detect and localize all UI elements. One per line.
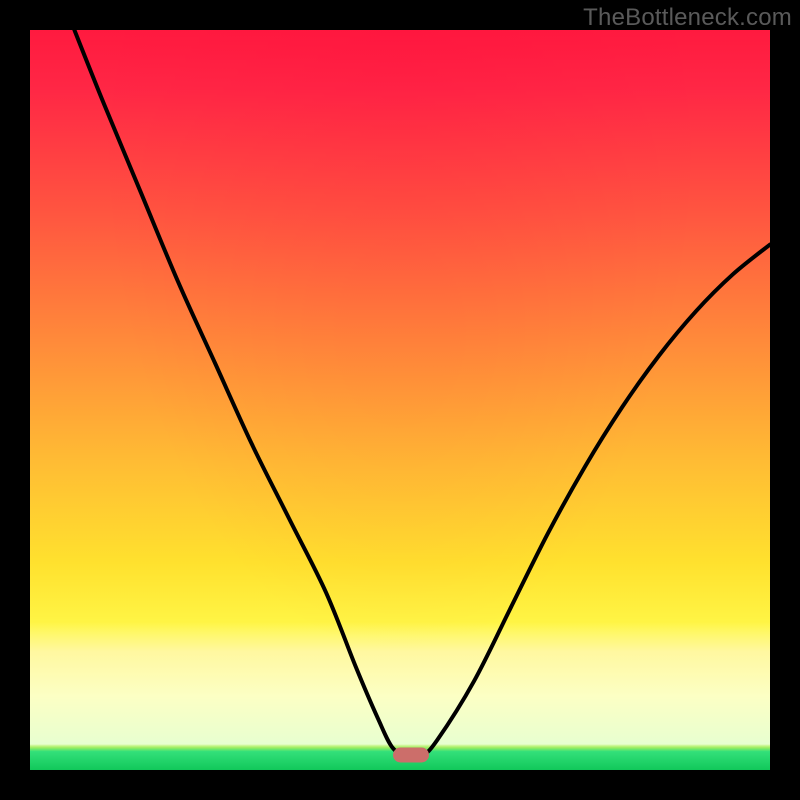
bottleneck-curve: [74, 30, 770, 757]
watermark-text: TheBottleneck.com: [583, 4, 792, 32]
chart-area: [30, 30, 770, 770]
curve-layer: [30, 30, 770, 770]
minimum-marker: [393, 748, 429, 763]
outer-frame: TheBottleneck.com: [0, 0, 800, 800]
